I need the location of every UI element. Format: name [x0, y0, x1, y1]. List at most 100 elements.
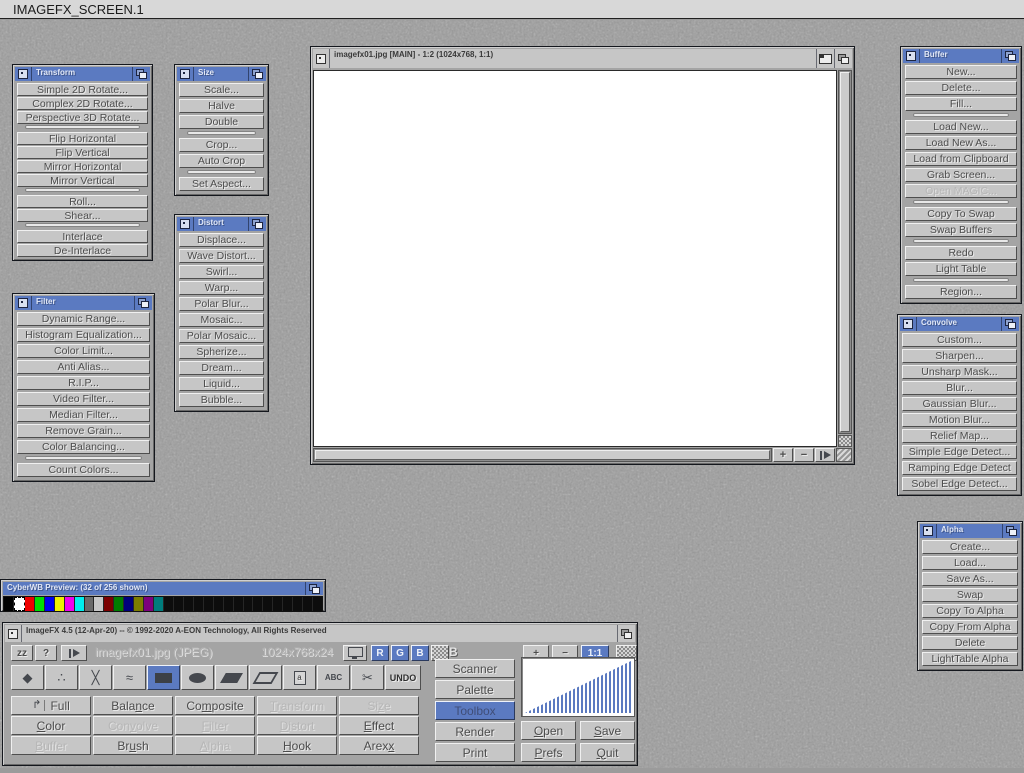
print-button[interactable]: Print: [435, 743, 515, 762]
blur-button[interactable]: Blur...: [902, 381, 1017, 395]
copy-from-alpha-button[interactable]: Copy From Alpha: [922, 620, 1018, 634]
airbrush-tool[interactable]: ∴: [45, 665, 78, 690]
close-button[interactable]: [313, 49, 330, 68]
pan-gadget-icon[interactable]: [838, 435, 852, 447]
depth-button[interactable]: [248, 217, 266, 231]
palette-swatch[interactable]: [234, 597, 244, 611]
interlace-button[interactable]: Interlace: [17, 230, 148, 243]
scale-button[interactable]: Scale...: [179, 83, 264, 97]
palette-button[interactable]: Palette: [435, 680, 515, 699]
copy-to-swap-button[interactable]: Copy To Swap: [905, 207, 1017, 221]
swap-buffers-button[interactable]: Swap Buffers: [905, 223, 1017, 237]
scissors-tool[interactable]: ✂: [351, 665, 384, 690]
crop-button[interactable]: Crop...: [179, 138, 264, 152]
save-as-button[interactable]: Save As...: [922, 572, 1018, 586]
palette-swatch[interactable]: [164, 597, 174, 611]
curve-tool[interactable]: ≈: [113, 665, 146, 690]
palette-swatch[interactable]: [104, 597, 114, 611]
depth-button[interactable]: [248, 67, 266, 81]
grab-screen-button[interactable]: Grab Screen...: [905, 168, 1017, 182]
zoom-in-button[interactable]: +: [773, 448, 793, 462]
palette-swatch[interactable]: [85, 597, 95, 611]
bubble-button[interactable]: Bubble...: [179, 393, 264, 407]
palette-swatch[interactable]: [273, 597, 283, 611]
flip-vertical-button[interactable]: Flip Vertical: [17, 146, 148, 159]
depth-button[interactable]: [134, 296, 152, 310]
palette-swatch[interactable]: [283, 597, 293, 611]
swap-button[interactable]: Swap: [922, 588, 1018, 602]
count-colors-button[interactable]: Count Colors...: [17, 463, 150, 477]
video-filter-button[interactable]: Video Filter...: [17, 392, 150, 406]
palette-swatch[interactable]: [313, 597, 322, 611]
palette-swatch[interactable]: [65, 597, 75, 611]
palette-swatch[interactable]: [35, 597, 45, 611]
alpha-button[interactable]: Alpha: [175, 736, 255, 755]
palette-swatch[interactable]: [194, 597, 204, 611]
unsharp-mask-button[interactable]: Unsharp Mask...: [902, 365, 1017, 379]
mosaic-button[interactable]: Mosaic...: [179, 313, 264, 327]
toolbox-titlebar[interactable]: ImageFX 4.5 (12-Apr-20) -- © 1992-2020 A…: [5, 625, 635, 642]
region-button[interactable]: Region...: [905, 285, 1017, 299]
fill-button[interactable]: Fill...: [905, 97, 1017, 111]
horizontal-scroll-thumb[interactable]: [315, 450, 770, 460]
text-tool[interactable]: ABC: [317, 665, 350, 690]
help-button[interactable]: ?: [35, 645, 57, 661]
palette-swatch[interactable]: [154, 597, 164, 611]
zoom-gadget-button[interactable]: [816, 49, 834, 68]
remove-grain-button[interactable]: Remove Grain...: [17, 424, 150, 438]
convolve-button[interactable]: Convolve: [93, 716, 173, 735]
double-button[interactable]: Double: [179, 115, 264, 129]
new-button[interactable]: New...: [905, 65, 1017, 79]
step-forward-button[interactable]: [815, 448, 835, 462]
sobel-edge-detect-button[interactable]: Sobel Edge Detect...: [902, 477, 1017, 491]
open-magic-button[interactable]: Open MAGIC...: [905, 184, 1017, 198]
liquid-button[interactable]: Liquid...: [179, 377, 264, 391]
open-button[interactable]: Open: [521, 721, 576, 740]
filter-panel-titlebar[interactable]: Filter: [15, 296, 152, 310]
balance-button[interactable]: Balance: [93, 696, 173, 715]
composite-button[interactable]: Composite: [175, 696, 255, 715]
depth-button[interactable]: [834, 49, 852, 68]
hook-button[interactable]: Hook: [257, 736, 337, 755]
size-panel-titlebar[interactable]: Size: [177, 67, 266, 81]
render-button[interactable]: Render: [435, 722, 515, 741]
polygon-tool[interactable]: [249, 665, 282, 690]
palette-swatch[interactable]: [214, 597, 224, 611]
light-table-button[interactable]: Light Table: [905, 262, 1017, 276]
palette-swatch[interactable]: [124, 597, 134, 611]
transform-button[interactable]: Transform: [257, 696, 337, 715]
dynamic-range-button[interactable]: Dynamic Range...: [17, 312, 150, 326]
palette-swatch[interactable]: [303, 597, 313, 611]
palette-swatch[interactable]: [4, 597, 14, 611]
filled-polygon-tool[interactable]: [215, 665, 248, 690]
rip-button[interactable]: R.I.P...: [17, 376, 150, 390]
arexx-button[interactable]: Arexx: [339, 736, 419, 755]
palette-swatch[interactable]: [114, 597, 124, 611]
load-from-clipboard-button[interactable]: Load from Clipboard: [905, 152, 1017, 166]
palette-swatch[interactable]: [94, 597, 104, 611]
auto-crop-button[interactable]: Auto Crop: [179, 154, 264, 168]
depth-button[interactable]: [132, 67, 150, 81]
quit-button[interactable]: Quit: [580, 743, 635, 762]
channel-g-button[interactable]: G: [391, 645, 409, 661]
displace-button[interactable]: Displace...: [179, 233, 264, 247]
channel-r-button[interactable]: R: [371, 645, 389, 661]
custom-button[interactable]: Custom...: [902, 333, 1017, 347]
depth-button[interactable]: [1002, 524, 1020, 538]
point-tool[interactable]: ◆: [11, 665, 44, 690]
close-button[interactable]: [5, 625, 22, 642]
gaussian-blur-button[interactable]: Gaussian Blur...: [902, 397, 1017, 411]
close-button[interactable]: [15, 296, 32, 310]
redo-button[interactable]: Redo: [905, 246, 1017, 260]
zoom-out-button[interactable]: −: [794, 448, 814, 462]
line-tool[interactable]: ╳: [79, 665, 112, 690]
palette-swatch[interactable]: [144, 597, 154, 611]
mirror-horizontal-button[interactable]: Mirror Horizontal: [17, 160, 148, 173]
palette-swatch[interactable]: [204, 597, 214, 611]
color-limit-button[interactable]: Color Limit...: [17, 344, 150, 358]
halve-button[interactable]: Halve: [179, 99, 264, 113]
size-button[interactable]: Size: [339, 696, 419, 715]
simple-edge-detect-button[interactable]: Simple Edge Detect...: [902, 445, 1017, 459]
oval-tool[interactable]: [181, 665, 214, 690]
brush-button[interactable]: Brush: [93, 736, 173, 755]
